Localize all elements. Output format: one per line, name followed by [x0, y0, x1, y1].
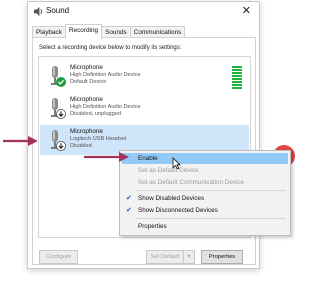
device-driver: Logitech USB Headset	[70, 136, 127, 142]
annotation-arrow-icon	[3, 136, 38, 146]
menu-item-label: Enable	[138, 155, 158, 162]
device-status: Default Device	[70, 79, 107, 85]
checkmark-icon: ✔	[126, 195, 132, 202]
down-arrow-badge-icon	[56, 141, 66, 151]
mouse-cursor-icon	[172, 157, 181, 170]
annotation-arrow-icon	[84, 152, 129, 162]
close-icon[interactable]: ✕	[242, 3, 251, 19]
window-title: Sound	[46, 6, 70, 15]
menu-separator	[136, 190, 286, 191]
device-status: Disabled, unplugged	[70, 111, 122, 117]
device-driver: High Definition Audio Device	[70, 104, 141, 110]
device-item[interactable]: Microphone High Definition Audio Device …	[40, 93, 249, 123]
checkmark-icon: ✔	[126, 207, 132, 214]
properties-button[interactable]: Properties	[201, 250, 243, 264]
menu-item-set-default-communication[interactable]: Set as Default Communication Device	[122, 177, 288, 188]
title-bar: Sound ✕	[28, 2, 259, 21]
device-status: Disabled	[70, 143, 92, 149]
menu-item-label: Set as Default Communication Device	[138, 179, 245, 186]
device-name: Microphone	[70, 96, 103, 103]
speaker-icon	[33, 6, 43, 17]
menu-item-label: Properties	[138, 223, 167, 230]
set-default-dropdown[interactable]: ▾	[183, 250, 195, 264]
level-meter	[232, 66, 242, 90]
set-default-button[interactable]: Set Default	[146, 250, 184, 264]
menu-item-show-disconnected[interactable]: ✔ Show Disconnected Devices	[122, 205, 288, 216]
tab-recording[interactable]: Recording	[64, 24, 103, 39]
device-name: Microphone	[70, 64, 103, 71]
context-menu: Enable Set as Default Device Set as Defa…	[119, 150, 291, 236]
check-badge-icon	[56, 77, 66, 87]
menu-item-set-default[interactable]: Set as Default Device	[122, 165, 288, 176]
device-driver: High Definition Audio Device	[70, 72, 141, 78]
menu-item-label: Show Disconnected Devices	[138, 207, 218, 214]
instruction-text: Select a recording device below to modif…	[39, 45, 182, 51]
menu-item-properties[interactable]: Properties	[122, 221, 288, 232]
menu-separator	[136, 218, 286, 219]
configure-button[interactable]: Configure	[39, 250, 78, 264]
device-item[interactable]: Microphone High Definition Audio Device …	[40, 61, 249, 91]
device-name: Microphone	[70, 128, 103, 135]
menu-item-label: Show Disabled Devices	[138, 195, 205, 202]
menu-item-show-disabled[interactable]: ✔ Show Disabled Devices	[122, 193, 288, 204]
down-arrow-badge-icon	[56, 109, 66, 119]
menu-item-label: Set as Default Device	[138, 167, 199, 174]
menu-item-enable[interactable]: Enable	[122, 153, 288, 164]
